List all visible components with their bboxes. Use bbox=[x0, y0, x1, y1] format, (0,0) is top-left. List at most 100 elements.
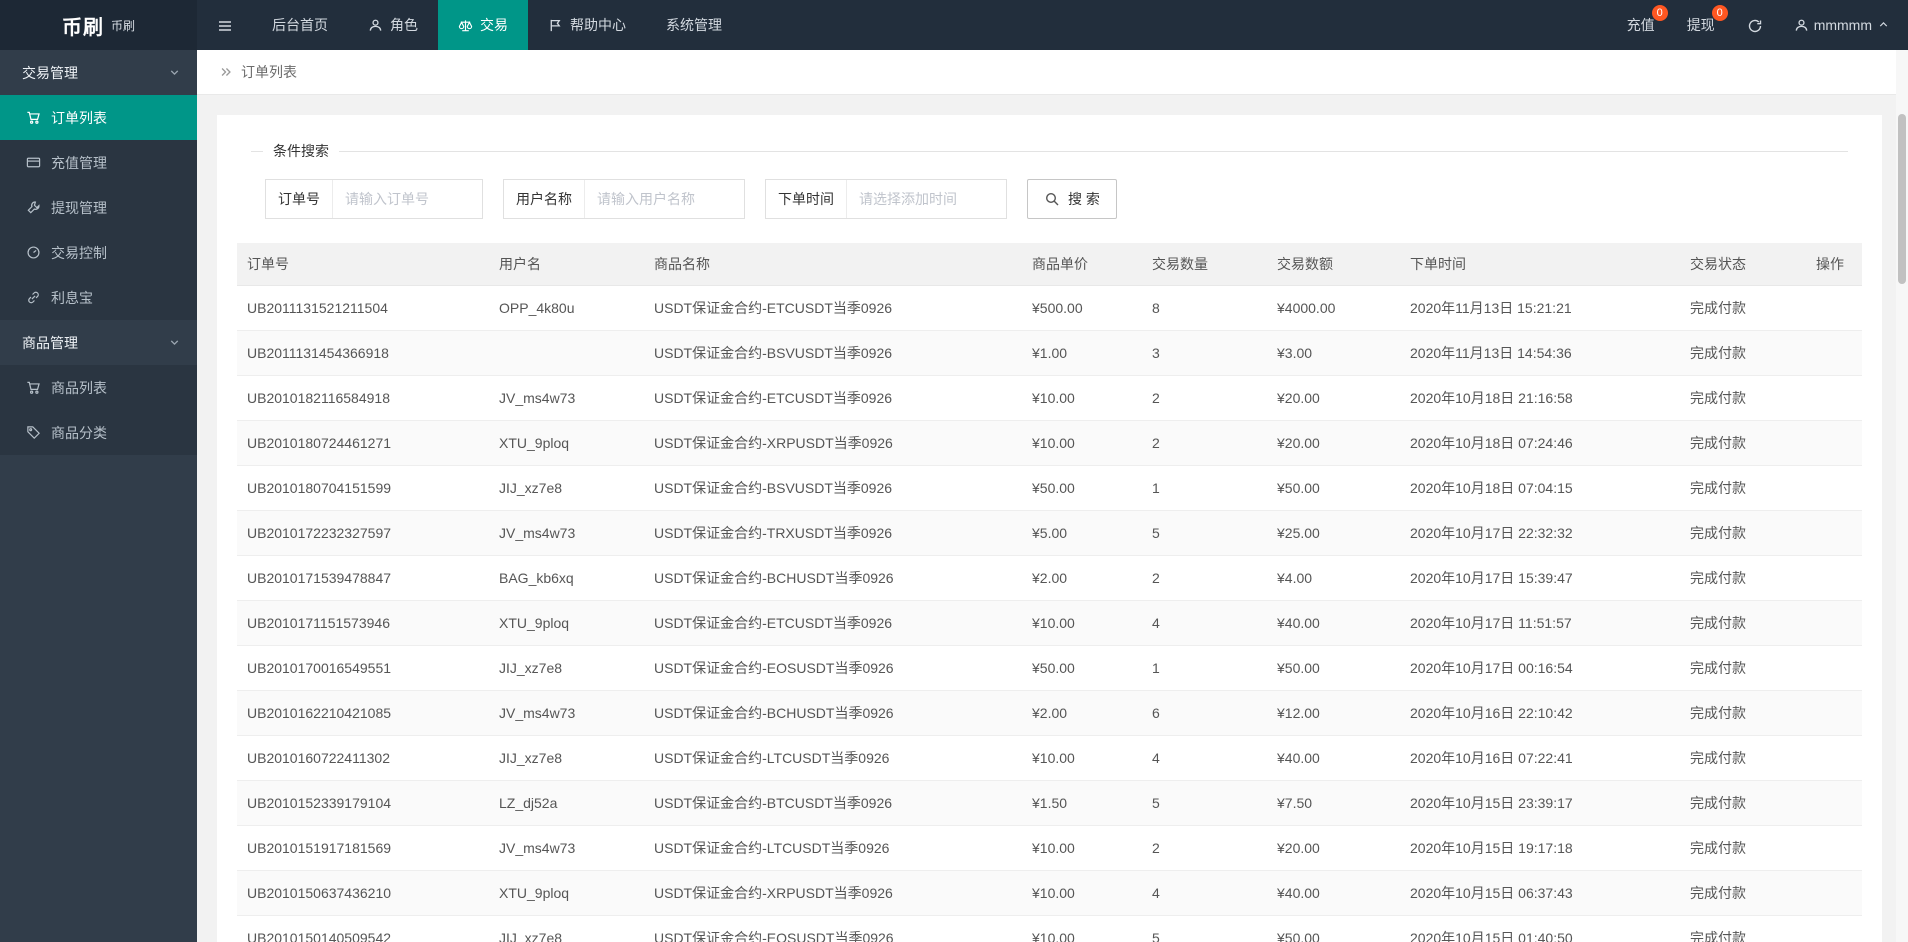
table-row[interactable]: UB2010150140509542 JIJ_xz7e8 USDT保证金合约-EOS… bbox=[237, 915, 1862, 942]
table-cell: ¥10.00 bbox=[1022, 600, 1142, 646]
table-cell: 完成付款 bbox=[1680, 285, 1806, 331]
table-cell: 2020年10月17日 00:16:54 bbox=[1400, 645, 1680, 691]
column-header: 订单号 bbox=[237, 243, 489, 286]
link-icon bbox=[26, 290, 41, 305]
search-icon bbox=[1044, 191, 1060, 207]
sidebar-item-product-category[interactable]: 商品分类 bbox=[0, 410, 197, 455]
user-menu[interactable]: mmmmm bbox=[1778, 0, 1908, 50]
withdraw-button[interactable]: 提现 0 bbox=[1671, 0, 1731, 50]
table-cell: 完成付款 bbox=[1680, 735, 1806, 781]
recharge-button[interactable]: 充值 0 bbox=[1611, 0, 1671, 50]
nav-item-trade[interactable]: 交易 bbox=[438, 0, 528, 50]
table-cell bbox=[1806, 555, 1862, 601]
refresh-button[interactable] bbox=[1731, 0, 1778, 50]
table-cell: 完成付款 bbox=[1680, 870, 1806, 916]
sidebar-section-product-management[interactable]: 商品管理 bbox=[0, 320, 197, 365]
table-cell: 完成付款 bbox=[1680, 600, 1806, 646]
table-cell: UB2010180724461271 bbox=[237, 420, 489, 466]
table-cell: ¥4.00 bbox=[1267, 555, 1400, 601]
table-cell: ¥10.00 bbox=[1022, 915, 1142, 942]
column-header: 交易状态 bbox=[1680, 243, 1806, 286]
table-cell: ¥50.00 bbox=[1267, 465, 1400, 511]
search-button[interactable]: 搜 索 bbox=[1027, 179, 1117, 219]
table-cell: ¥10.00 bbox=[1022, 735, 1142, 781]
column-header: 商品名称 bbox=[644, 243, 1022, 286]
table-cell: ¥20.00 bbox=[1267, 825, 1400, 871]
table-row[interactable]: UB2010162210421085 JV_ms4w73 USDT保证金合约-BCH… bbox=[237, 690, 1862, 736]
table-cell: ¥50.00 bbox=[1267, 915, 1400, 942]
sidebar-section-trade-management[interactable]: 交易管理 bbox=[0, 50, 197, 95]
table-row[interactable]: UB2010171151573946 XTU_9ploq USDT保证金合约-ETC… bbox=[237, 600, 1862, 646]
table-cell bbox=[1806, 915, 1862, 942]
brand-name: 币刷 bbox=[61, 16, 104, 39]
table-row[interactable]: UB2010172232327597 JV_ms4w73 USDT保证金合约-TRX… bbox=[237, 510, 1862, 556]
table-cell: USDT保证金合约-EOSUSDT当季0926 bbox=[644, 645, 1022, 691]
table-cell: UB2010180704151599 bbox=[237, 465, 489, 511]
column-header: 操作 bbox=[1806, 243, 1862, 286]
top-nav: 后台首页 角色 交易 帮助中心 系统管理 充值 0 提现 0 mmmmm bbox=[197, 0, 1908, 50]
table-cell: JV_ms4w73 bbox=[489, 825, 644, 871]
table-cell bbox=[489, 330, 644, 376]
table-cell: ¥500.00 bbox=[1022, 285, 1142, 331]
table-cell: USDT保证金合约-LTCUSDT当季0926 bbox=[644, 825, 1022, 871]
column-header: 用户名 bbox=[489, 243, 644, 286]
table-cell: ¥1.50 bbox=[1022, 780, 1142, 826]
table-cell: UB2010171151573946 bbox=[237, 600, 489, 646]
table-row[interactable]: UB2010150637436210 XTU_9ploq USDT保证金合约-XRP… bbox=[237, 870, 1862, 916]
sidebar-submenu-product: 商品列表 商品分类 bbox=[0, 365, 197, 455]
table-cell: 2 bbox=[1142, 375, 1267, 421]
search-legend: 条件搜索 bbox=[273, 143, 329, 159]
nav-item-roles[interactable]: 角色 bbox=[348, 0, 438, 50]
scales-icon bbox=[458, 18, 473, 33]
table-cell: 2020年10月18日 07:24:46 bbox=[1400, 420, 1680, 466]
nav-item-home[interactable]: 后台首页 bbox=[252, 0, 348, 50]
scrollbar-thumb[interactable] bbox=[1898, 114, 1906, 284]
cart-icon bbox=[26, 110, 41, 125]
table-cell: 4 bbox=[1142, 600, 1267, 646]
table-row[interactable]: UB2010171539478847 BAG_kb6xq USDT保证金合约-BCH… bbox=[237, 555, 1862, 601]
table-cell: 2020年11月13日 14:54:36 bbox=[1400, 330, 1680, 376]
table-cell: ¥50.00 bbox=[1022, 465, 1142, 511]
sidebar-item-withdraw-management[interactable]: 提现管理 bbox=[0, 185, 197, 230]
table-cell: UB2010182116584918 bbox=[237, 375, 489, 421]
table-cell: 完成付款 bbox=[1680, 690, 1806, 736]
table-row[interactable]: UB2010170016549551 JIJ_xz7e8 USDT保证金合约-EOS… bbox=[237, 645, 1862, 691]
table-cell: ¥10.00 bbox=[1022, 420, 1142, 466]
table-cell: UB2010172232327597 bbox=[237, 510, 489, 556]
brand-subtitle: 币刷 bbox=[110, 18, 135, 33]
table-row[interactable]: UB2010151917181569 JV_ms4w73 USDT保证金合约-LTC… bbox=[237, 825, 1862, 871]
vertical-scrollbar[interactable] bbox=[1896, 50, 1908, 942]
table-row[interactable]: UB2010180724461271 XTU_9ploq USDT保证金合约-XRP… bbox=[237, 420, 1862, 466]
collapse-sidebar-button[interactable] bbox=[197, 0, 252, 50]
table-row[interactable]: UB2010152339179104 LZ_dj52a USDT保证金合约-BTCU… bbox=[237, 780, 1862, 826]
table-cell: 2020年10月15日 06:37:43 bbox=[1400, 870, 1680, 916]
table-cell bbox=[1806, 780, 1862, 826]
username: mmmmm bbox=[1813, 17, 1872, 33]
table-cell bbox=[1806, 825, 1862, 871]
sidebar-item-interest-treasure[interactable]: 利息宝 bbox=[0, 275, 197, 320]
table-cell: 2020年10月17日 15:39:47 bbox=[1400, 555, 1680, 601]
order-no-input[interactable] bbox=[332, 180, 482, 218]
table-cell bbox=[1806, 510, 1862, 556]
table-cell: ¥10.00 bbox=[1022, 375, 1142, 421]
table-row[interactable]: UB2011131521211504 OPP_4k80u USDT保证金合约-ETC… bbox=[237, 285, 1862, 331]
nav-item-system[interactable]: 系统管理 bbox=[646, 0, 742, 50]
table-cell: JV_ms4w73 bbox=[489, 375, 644, 421]
table-cell: ¥20.00 bbox=[1267, 375, 1400, 421]
table-row[interactable]: UB2010182116584918 JV_ms4w73 USDT保证金合约-ETC… bbox=[237, 375, 1862, 421]
table-cell: 5 bbox=[1142, 915, 1267, 942]
table-row[interactable]: UB2011131454366918 USDT保证金合约-BSVUSDT当季092… bbox=[237, 330, 1862, 376]
table-cell: ¥10.00 bbox=[1022, 870, 1142, 916]
sidebar-item-product-list[interactable]: 商品列表 bbox=[0, 365, 197, 410]
nav-item-help-center[interactable]: 帮助中心 bbox=[528, 0, 646, 50]
table-row[interactable]: UB2010180704151599 JIJ_xz7e8 USDT保证金合约-BSV… bbox=[237, 465, 1862, 511]
table-cell: ¥1.00 bbox=[1022, 330, 1142, 376]
order-time-input[interactable] bbox=[846, 180, 1006, 218]
username-input[interactable] bbox=[584, 180, 744, 218]
table-cell: UB2010152339179104 bbox=[237, 780, 489, 826]
sidebar-item-trade-control[interactable]: 交易控制 bbox=[0, 230, 197, 275]
sidebar-item-order-list[interactable]: 订单列表 bbox=[0, 95, 197, 140]
table-row[interactable]: UB2010160722411302 JIJ_xz7e8 USDT保证金合约-LTC… bbox=[237, 735, 1862, 781]
sidebar-item-recharge-management[interactable]: 充值管理 bbox=[0, 140, 197, 185]
column-header: 交易数量 bbox=[1142, 243, 1267, 286]
